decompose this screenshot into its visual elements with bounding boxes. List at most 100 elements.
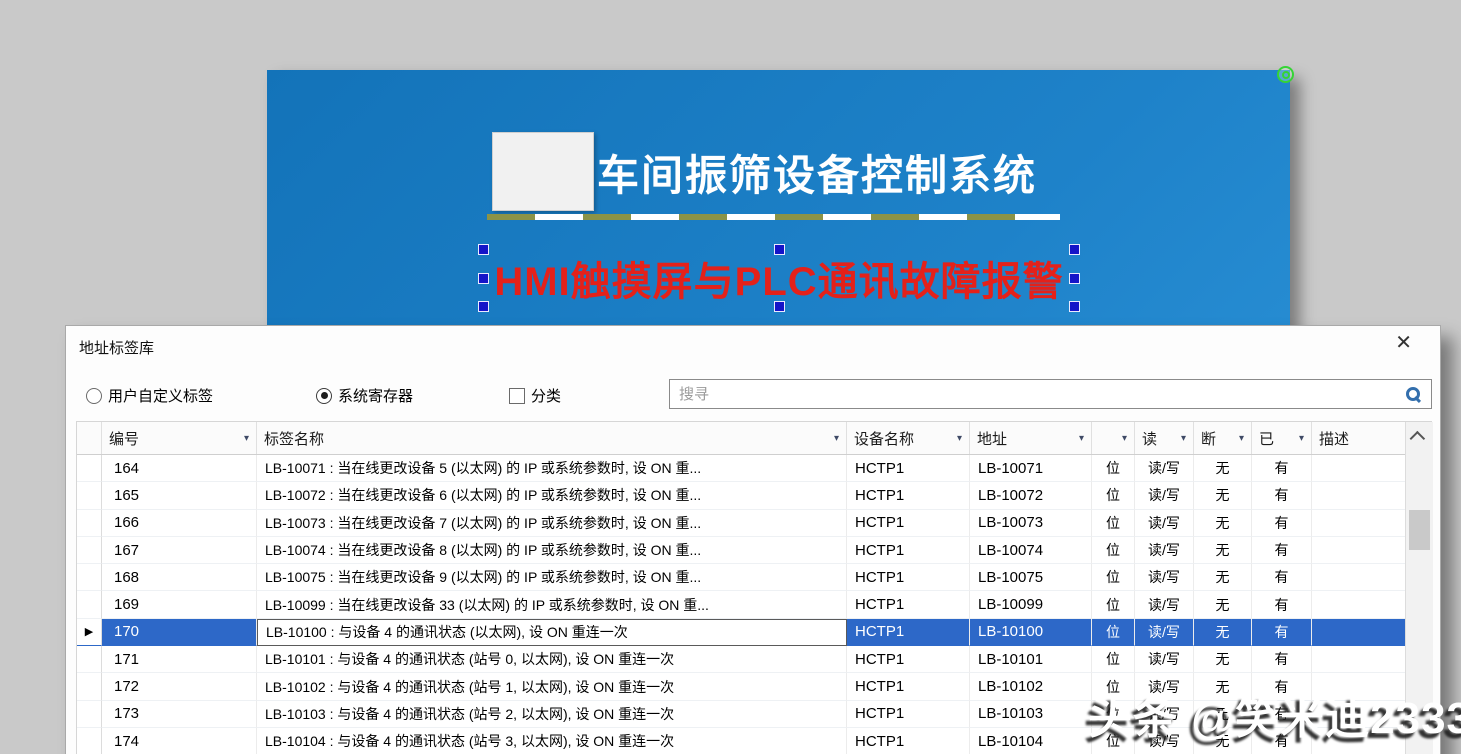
row-selector-cell[interactable] bbox=[77, 646, 102, 674]
cell-off[interactable]: 无 bbox=[1194, 482, 1252, 510]
selection-handle[interactable] bbox=[1069, 273, 1080, 284]
table-row[interactable]: 168 LB-10075 : 当在线更改设备 9 (以太网) 的 IP 或系统参数… bbox=[77, 564, 1405, 592]
cell-rw[interactable]: 读/写 bbox=[1135, 646, 1194, 674]
cell-address[interactable]: LB-10074 bbox=[970, 536, 1092, 565]
cell-off[interactable]: 无 bbox=[1194, 536, 1252, 565]
cell-device[interactable]: HCTP1 bbox=[847, 455, 970, 483]
row-selector-cell[interactable] bbox=[77, 673, 102, 701]
column-sort-arrow-icon[interactable]: ▾ bbox=[1181, 433, 1186, 444]
column-header-off[interactable]: 断 ▾ bbox=[1194, 422, 1252, 454]
cell-num[interactable]: 170 bbox=[102, 618, 257, 647]
column-header-desc[interactable]: 描述 bbox=[1312, 422, 1405, 454]
checkbox-icon[interactable] bbox=[509, 387, 525, 404]
cell-tag[interactable]: LB-10075 : 当在线更改设备 9 (以太网) 的 IP 或系统参数时, … bbox=[257, 564, 847, 592]
cell-type[interactable]: 位 bbox=[1092, 536, 1135, 565]
cell-saved[interactable]: 有 bbox=[1252, 618, 1312, 647]
column-header-rw[interactable]: 读 ▾ bbox=[1135, 422, 1194, 454]
cell-num[interactable]: 174 bbox=[102, 727, 257, 754]
row-selector-cell[interactable] bbox=[77, 700, 102, 728]
cell-address[interactable]: LB-10073 bbox=[970, 509, 1092, 537]
cell-saved[interactable]: 有 bbox=[1252, 591, 1312, 619]
cell-address[interactable]: LB-10102 bbox=[970, 673, 1092, 701]
cell-desc[interactable] bbox=[1312, 646, 1405, 674]
cell-num[interactable]: 167 bbox=[102, 536, 257, 565]
cell-tag[interactable]: LB-10072 : 当在线更改设备 6 (以太网) 的 IP 或系统参数时, … bbox=[257, 482, 847, 510]
column-sort-arrow-icon[interactable]: ▾ bbox=[1239, 433, 1244, 444]
column-header-selector[interactable] bbox=[77, 422, 102, 454]
cell-device[interactable]: HCTP1 bbox=[847, 700, 970, 728]
cell-off[interactable]: 无 bbox=[1194, 564, 1252, 592]
cell-tag[interactable]: LB-10101 : 与设备 4 的通讯状态 (站号 0, 以太网), 设 ON… bbox=[257, 646, 847, 674]
cell-type[interactable]: 位 bbox=[1092, 564, 1135, 592]
radio-button-checked-icon[interactable] bbox=[316, 387, 332, 404]
table-row[interactable]: 166 LB-10073 : 当在线更改设备 7 (以太网) 的 IP 或系统参数… bbox=[77, 509, 1405, 537]
cell-device[interactable]: HCTP1 bbox=[847, 618, 970, 647]
cell-address[interactable]: LB-10104 bbox=[970, 727, 1092, 754]
cell-device[interactable]: HCTP1 bbox=[847, 509, 970, 537]
column-sort-arrow-icon[interactable]: ▾ bbox=[834, 433, 839, 444]
cell-address[interactable]: LB-10099 bbox=[970, 591, 1092, 619]
cell-num[interactable]: 165 bbox=[102, 482, 257, 510]
table-row[interactable]: 165 LB-10072 : 当在线更改设备 6 (以太网) 的 IP 或系统参数… bbox=[77, 482, 1405, 510]
cell-saved[interactable]: 有 bbox=[1252, 482, 1312, 510]
cell-type[interactable]: 位 bbox=[1092, 646, 1135, 674]
cell-saved[interactable]: 有 bbox=[1252, 536, 1312, 565]
cell-device[interactable]: HCTP1 bbox=[847, 727, 970, 754]
cell-tag[interactable]: LB-10071 : 当在线更改设备 5 (以太网) 的 IP 或系统参数时, … bbox=[257, 455, 847, 483]
selection-handle[interactable] bbox=[774, 244, 785, 255]
cell-rw[interactable]: 读/写 bbox=[1135, 455, 1194, 483]
cell-tag[interactable]: LB-10099 : 当在线更改设备 33 (以太网) 的 IP 或系统参数时,… bbox=[257, 591, 847, 619]
cell-type[interactable]: 位 bbox=[1092, 509, 1135, 537]
cell-off[interactable]: 无 bbox=[1194, 591, 1252, 619]
row-selector-cell[interactable] bbox=[77, 455, 102, 483]
cell-desc[interactable] bbox=[1312, 537, 1405, 565]
cell-desc[interactable] bbox=[1312, 618, 1405, 647]
cell-desc[interactable] bbox=[1312, 564, 1405, 592]
table-row[interactable]: 171 LB-10101 : 与设备 4 的通讯状态 (站号 0, 以太网), 设… bbox=[77, 646, 1405, 674]
column-header-type[interactable]: ▾ bbox=[1092, 422, 1135, 454]
cell-off[interactable]: 无 bbox=[1194, 509, 1252, 537]
column-header-address[interactable]: 地址 ▾ bbox=[970, 422, 1092, 454]
cell-tag[interactable]: LB-10073 : 当在线更改设备 7 (以太网) 的 IP 或系统参数时, … bbox=[257, 509, 847, 537]
cell-type[interactable]: 位 bbox=[1092, 591, 1135, 619]
selection-handle[interactable] bbox=[478, 244, 489, 255]
cell-tag[interactable]: LB-10074 : 当在线更改设备 8 (以太网) 的 IP 或系统参数时, … bbox=[257, 536, 847, 565]
radio-user-defined-tags[interactable]: 用户自定义标签 bbox=[86, 385, 213, 406]
cell-num[interactable]: 172 bbox=[102, 673, 257, 701]
column-header-saved[interactable]: 已 ▾ bbox=[1252, 422, 1312, 454]
alarm-text-selected-object[interactable]: HMI触摸屏与PLC通讯故障报警 bbox=[478, 244, 1080, 312]
row-selector-cell[interactable] bbox=[77, 482, 102, 510]
column-sort-arrow-icon[interactable]: ▾ bbox=[1122, 433, 1127, 444]
selection-handle[interactable] bbox=[1069, 301, 1080, 312]
cell-type[interactable]: 位 bbox=[1092, 455, 1135, 483]
selection-handle[interactable] bbox=[478, 273, 489, 284]
row-selector-cell[interactable] bbox=[77, 591, 102, 619]
cell-device[interactable]: HCTP1 bbox=[847, 591, 970, 619]
row-selector-cell[interactable] bbox=[77, 536, 102, 565]
row-selector-cell[interactable] bbox=[77, 564, 102, 592]
row-selector-cell[interactable] bbox=[77, 727, 102, 754]
cell-address[interactable]: LB-10071 bbox=[970, 455, 1092, 483]
cell-num[interactable]: 164 bbox=[102, 455, 257, 483]
cell-saved[interactable]: 有 bbox=[1252, 455, 1312, 483]
column-sort-arrow-icon[interactable]: ▾ bbox=[1299, 433, 1304, 444]
cell-num[interactable]: 168 bbox=[102, 564, 257, 592]
row-selector-cell[interactable]: ▶ bbox=[77, 618, 102, 647]
close-icon[interactable]: ✕ bbox=[1395, 333, 1412, 353]
cell-device[interactable]: HCTP1 bbox=[847, 646, 970, 674]
cell-off[interactable]: 无 bbox=[1194, 618, 1252, 647]
cell-address[interactable]: LB-10072 bbox=[970, 482, 1092, 510]
cell-rw[interactable]: 读/写 bbox=[1135, 618, 1194, 647]
column-header-num[interactable]: 编号 ▾ bbox=[102, 422, 257, 454]
cell-desc[interactable] bbox=[1312, 455, 1405, 483]
column-header-device[interactable]: 设备名称 ▾ bbox=[847, 422, 970, 454]
cell-address[interactable]: LB-10075 bbox=[970, 564, 1092, 592]
selection-handle[interactable] bbox=[1069, 244, 1080, 255]
cell-num[interactable]: 173 bbox=[102, 700, 257, 728]
cell-device[interactable]: HCTP1 bbox=[847, 536, 970, 565]
cell-rw[interactable]: 读/写 bbox=[1135, 591, 1194, 619]
cell-device[interactable]: HCTP1 bbox=[847, 564, 970, 592]
search-input[interactable] bbox=[670, 380, 1431, 408]
cell-tag[interactable]: LB-10104 : 与设备 4 的通讯状态 (站号 3, 以太网), 设 ON… bbox=[257, 727, 847, 754]
cell-desc[interactable] bbox=[1312, 510, 1405, 537]
